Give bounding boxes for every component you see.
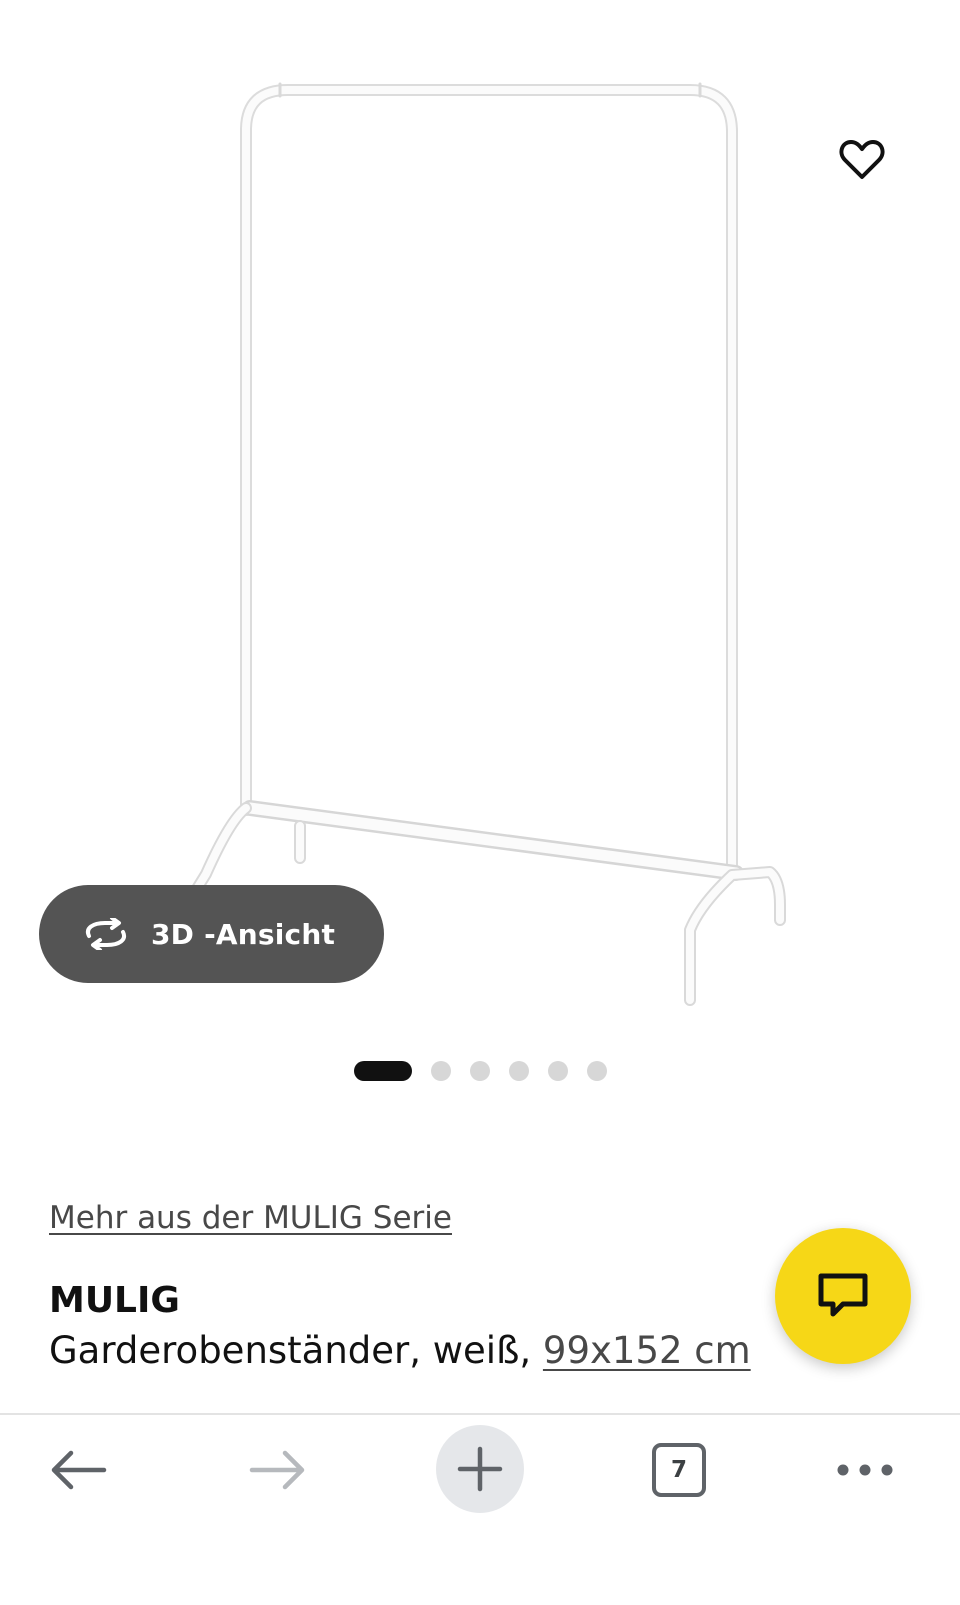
product-description: Garderobenständer, weiß, 99x152 cm: [49, 1329, 751, 1372]
pager-dot-1[interactable]: [354, 1061, 412, 1081]
pager-dot-5[interactable]: [548, 1061, 568, 1081]
new-tab-button[interactable]: [436, 1425, 524, 1513]
product-dimension-link[interactable]: 99x152 cm: [543, 1329, 751, 1372]
pager-dot-2[interactable]: [431, 1061, 451, 1081]
forward-button[interactable]: [238, 1415, 318, 1525]
view-3d-button[interactable]: 3D -Ansicht: [39, 885, 384, 983]
chat-button[interactable]: [775, 1228, 911, 1364]
more-menu-button[interactable]: [830, 1415, 900, 1525]
plus-icon: [457, 1446, 503, 1492]
product-description-text: Garderobenständer, weiß,: [49, 1329, 543, 1372]
forward-arrow-icon: [249, 1450, 305, 1490]
product-image: [184, 82, 786, 1006]
chat-icon: [818, 1273, 868, 1317]
more-dots-icon: [837, 1464, 893, 1476]
pager-dot-3[interactable]: [470, 1061, 490, 1081]
tabs-icon: 7: [652, 1443, 706, 1497]
back-arrow-icon: [51, 1450, 107, 1490]
browser-toolbar: 7: [0, 1413, 960, 1605]
product-name: MULIG: [49, 1280, 180, 1321]
image-pager: [0, 1060, 960, 1082]
tab-count: 7: [670, 1457, 687, 1483]
pager-dot-6[interactable]: [587, 1061, 607, 1081]
pager-dot-4[interactable]: [509, 1061, 529, 1081]
back-button[interactable]: [38, 1415, 118, 1525]
favorite-button[interactable]: [836, 134, 888, 186]
tabs-button[interactable]: 7: [646, 1415, 712, 1525]
view-3d-label: 3D -Ansicht: [151, 917, 336, 951]
heart-icon: [839, 140, 885, 179]
rotate-3d-icon: [81, 916, 131, 952]
series-link[interactable]: Mehr aus der MULIG Serie: [49, 1200, 452, 1236]
